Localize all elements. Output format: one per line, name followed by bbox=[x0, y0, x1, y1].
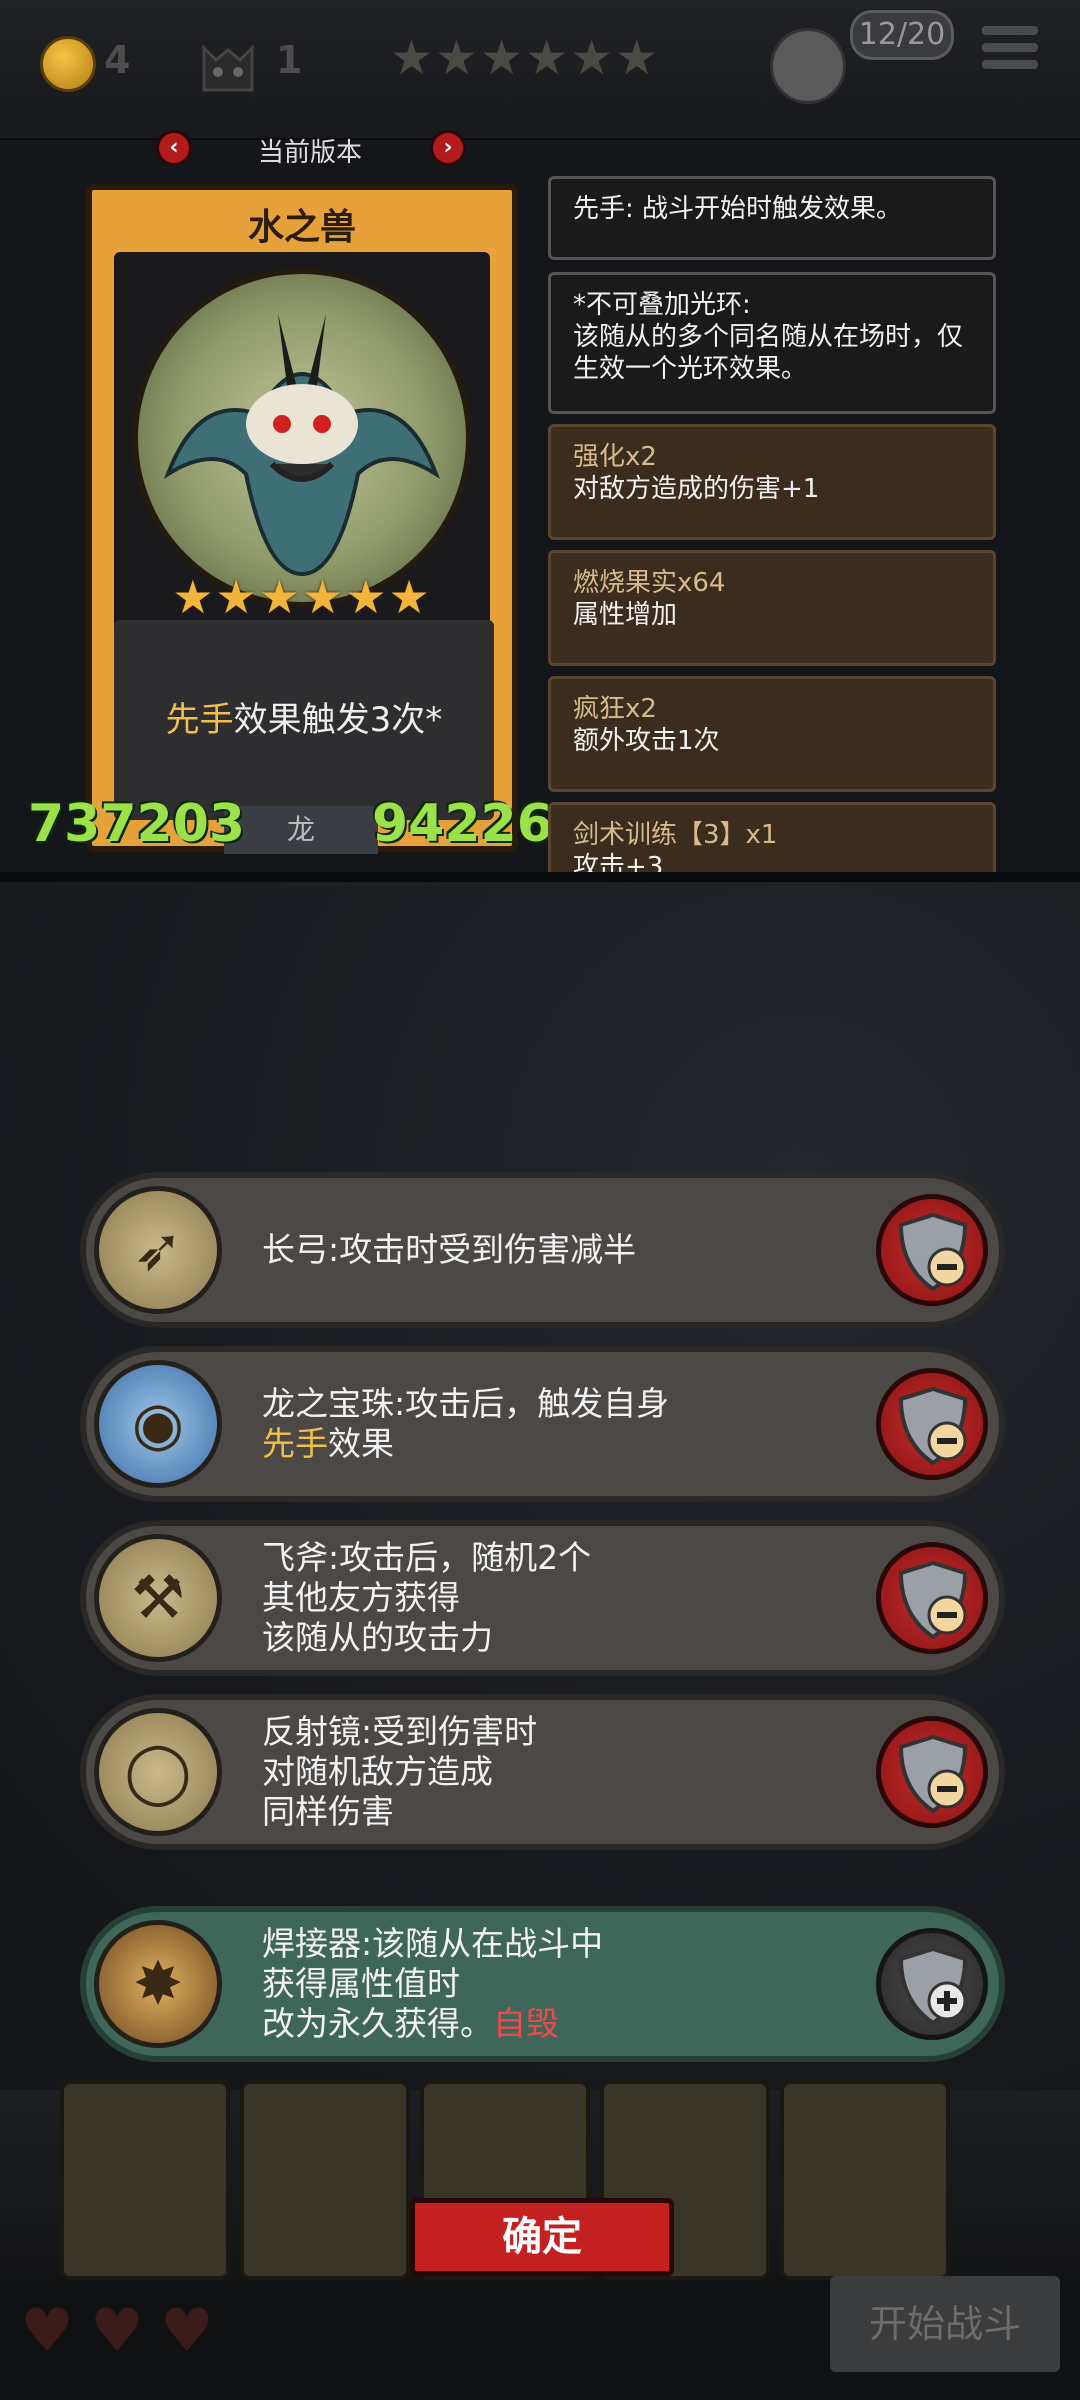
avatar-icon[interactable] bbox=[770, 28, 846, 104]
hand-card[interactable] bbox=[780, 2080, 950, 2280]
equipment-line: 龙之宝珠:攻击后，触发自身 bbox=[262, 1384, 670, 1423]
confirm-button[interactable]: 确定 bbox=[410, 2198, 674, 2276]
start-battle-button[interactable]: 开始战斗 bbox=[830, 2276, 1060, 2372]
heart-icon: ♥ bbox=[20, 2296, 74, 2366]
next-version-button[interactable]: › bbox=[430, 130, 466, 166]
progress-bubble: 12/20 bbox=[850, 10, 954, 60]
equipment-text: 飞斧:攻击后，随机2个 其他友方获得 该随从的攻击力 bbox=[262, 1526, 862, 1670]
effect-box-aura: *不可叠加光环: 该随从的多个同名随从在场时，仅生效一个光环效果。 bbox=[548, 272, 996, 414]
equipment-line: 长弓:攻击时受到伤害减半 bbox=[262, 1230, 637, 1269]
equipment-line: 其他友方获得 bbox=[262, 1578, 460, 1617]
shield-minus-icon bbox=[898, 1212, 968, 1292]
cat-count: 1 bbox=[276, 38, 303, 82]
buff-item: 燃烧果实x64 属性增加 bbox=[548, 550, 996, 666]
minion-card: 水之兽 ★★★★★★ 先手效果触发3次* bbox=[86, 184, 518, 852]
tribe-label: 龙 bbox=[224, 806, 378, 854]
remove-equipment-button[interactable] bbox=[876, 1368, 988, 1480]
equipment-line: 该随从的攻击力 bbox=[262, 1618, 493, 1657]
dragon-portrait bbox=[132, 268, 472, 608]
self-destruct-keyword: 自毁 bbox=[493, 2004, 559, 2043]
throwing-axe-icon: ⚒ bbox=[94, 1534, 222, 1662]
shield-minus-icon bbox=[898, 1734, 968, 1814]
equipment-text: 长弓:攻击时受到伤害减半 bbox=[262, 1178, 862, 1322]
equipment-text: 反射镜:受到伤害时 对随机敌方造成 同样伤害 bbox=[262, 1700, 862, 1844]
buff-desc: 属性增加 bbox=[573, 600, 678, 630]
heart-icon: ♥ bbox=[90, 2296, 144, 2366]
coin-count: 4 bbox=[104, 38, 131, 82]
prev-version-button[interactable]: ‹ bbox=[156, 130, 192, 166]
buff-item: 强化x2 对敌方造成的伤害+1 bbox=[548, 424, 996, 540]
equipment-line: 焊接器:该随从在战斗中 bbox=[262, 1924, 604, 1963]
card-name: 水之兽 bbox=[247, 207, 356, 248]
dragon-icon bbox=[164, 314, 440, 577]
buff-title: 强化x2 bbox=[573, 442, 657, 472]
buff-item: 剑术训练【3】x1 攻击+3 bbox=[548, 802, 996, 872]
equipment-text: 龙之宝珠:攻击后，触发自身 先手效果 bbox=[262, 1352, 862, 1496]
heart-icon: ♥ bbox=[160, 2296, 214, 2366]
remove-equipment-button[interactable] bbox=[876, 1542, 988, 1654]
equipment-row-available: ✸ 焊接器:该随从在战斗中 获得属性值时 改为永久获得。自毁 bbox=[80, 1906, 1005, 2062]
add-equipment-button[interactable] bbox=[876, 1928, 988, 2040]
dragon-orb-icon: ◉ bbox=[94, 1360, 222, 1488]
desc-text: 效果触发3次* bbox=[233, 700, 443, 740]
shield-minus-icon bbox=[898, 1386, 968, 1466]
equipment-line: 同样伤害 bbox=[262, 1792, 394, 1831]
equipment-line: 先手效果 bbox=[262, 1424, 862, 1464]
version-label: 当前版本 bbox=[257, 138, 362, 168]
remove-equipment-button[interactable] bbox=[876, 1194, 988, 1306]
cat-icon bbox=[202, 44, 254, 92]
equipment-line: 对随机敌方造成 bbox=[262, 1752, 493, 1791]
equipment-keyword: 先手 bbox=[262, 1424, 328, 1463]
buff-desc: 对敌方造成的伤害+1 bbox=[573, 474, 820, 504]
health-value: 94226 bbox=[372, 794, 553, 854]
equipment-line: 改为永久获得。自毁 bbox=[262, 2004, 862, 2044]
card-description: 先手效果触发3次* bbox=[114, 620, 494, 820]
buff-desc: 攻击+3 bbox=[573, 852, 664, 872]
buff-title: 疯狂x2 bbox=[573, 694, 657, 724]
buff-title: 燃烧果实x64 bbox=[573, 568, 726, 598]
equipment-row: ◯ 反射镜:受到伤害时 对随机敌方造成 同样伤害 bbox=[80, 1694, 1005, 1850]
card-detail-panel: 4 1 ★★★★★★ 12/20 ‹ 当前版本 › 水之兽 ★★★★★★ 先手效… bbox=[0, 0, 1080, 872]
hand-card[interactable] bbox=[60, 2080, 230, 2280]
card-stars: ★★★★★★ bbox=[172, 570, 432, 624]
welder-icon: ✸ bbox=[94, 1920, 222, 2048]
buff-desc: 额外攻击1次 bbox=[573, 726, 720, 756]
remove-equipment-button[interactable] bbox=[876, 1716, 988, 1828]
shield-minus-icon bbox=[898, 1560, 968, 1640]
shield-plus-icon bbox=[898, 1946, 968, 2026]
attack-value: 737203 bbox=[28, 794, 246, 854]
mirror-icon: ◯ bbox=[94, 1708, 222, 1836]
top-stars: ★★★★★★ bbox=[390, 30, 661, 86]
buff-item: 疯狂x2 额外攻击1次 bbox=[548, 676, 996, 792]
coin-icon bbox=[40, 36, 96, 92]
longbow-icon: ➶ bbox=[94, 1186, 222, 1314]
equipment-line: 飞斧:攻击后，随机2个 bbox=[262, 1538, 592, 1577]
buff-title: 剑术训练【3】x1 bbox=[573, 820, 778, 850]
effect-box-first-strike: 先手: 战斗开始时触发效果。 bbox=[548, 176, 996, 260]
desc-keyword: 先手 bbox=[165, 700, 234, 740]
equipment-row: ◉ 龙之宝珠:攻击后，触发自身 先手效果 bbox=[80, 1346, 1005, 1502]
equipment-line-rest: 改为永久获得。 bbox=[262, 2004, 493, 2043]
equipment-line: 获得属性值时 bbox=[262, 1964, 460, 2003]
equipment-row: ⚒ 飞斧:攻击后，随机2个 其他友方获得 该随从的攻击力 bbox=[80, 1520, 1005, 1676]
equipment-line: 反射镜:受到伤害时 bbox=[262, 1712, 538, 1751]
panel-divider bbox=[0, 872, 1080, 882]
equipment-row: ➶ 长弓:攻击时受到伤害减半 bbox=[80, 1172, 1005, 1328]
hand-card[interactable] bbox=[240, 2080, 410, 2280]
equipment-text: 焊接器:该随从在战斗中 获得属性值时 改为永久获得。自毁 bbox=[262, 1912, 862, 2056]
equipment-line-rest: 效果 bbox=[328, 1424, 394, 1463]
menu-icon[interactable] bbox=[982, 26, 1038, 78]
